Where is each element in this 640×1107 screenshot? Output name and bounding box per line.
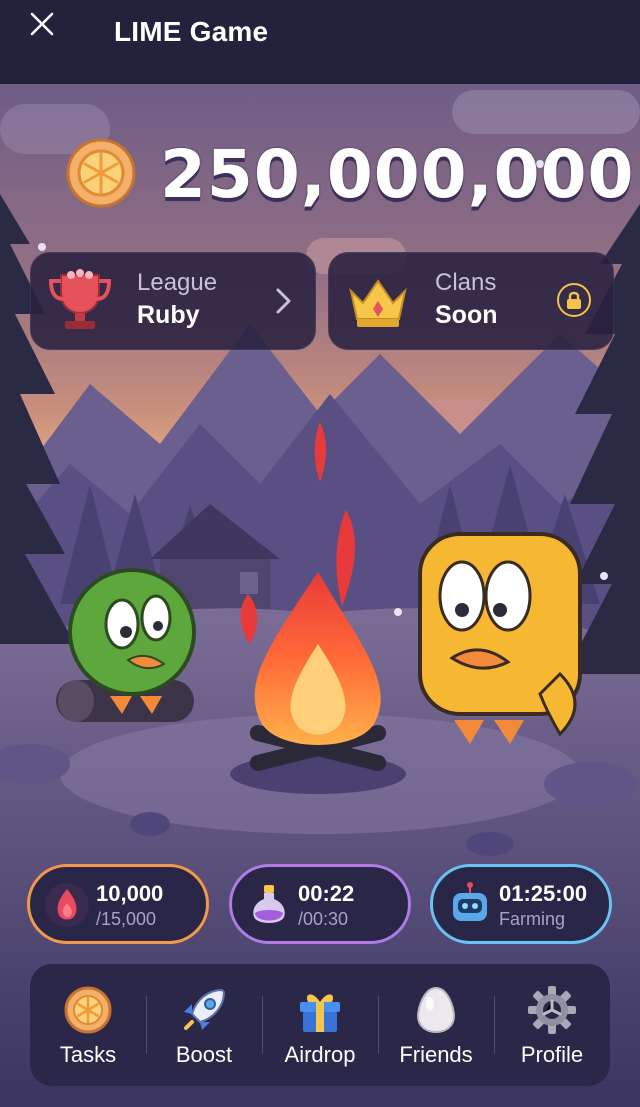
lock-badge <box>557 283 591 317</box>
farming-time: 01:25:00 <box>499 881 588 906</box>
nav-friends[interactable]: Friends <box>378 964 494 1086</box>
league-value: Ruby <box>137 301 200 329</box>
clans-card[interactable]: Clans Soon <box>328 252 614 350</box>
league-card[interactable]: League Ruby <box>30 252 316 350</box>
nav-profile[interactable]: Profile <box>494 964 610 1086</box>
potion-total: /00:30 <box>298 909 349 929</box>
crown-icon <box>349 279 407 327</box>
flame-icon <box>45 883 89 927</box>
energy-max: /15,000 <box>96 909 157 929</box>
nav-label-profile: Profile <box>520 1042 584 1067</box>
chevron-right-icon <box>276 288 291 314</box>
gear-icon <box>528 986 576 1034</box>
gift-icon <box>300 994 340 1032</box>
game-scene[interactable] <box>0 84 640 1107</box>
orange-coin-icon <box>66 138 136 208</box>
nav-label-tasks: Tasks <box>59 1042 117 1067</box>
close-button[interactable] <box>26 8 58 40</box>
potion-stat[interactable]: 00:22 /00:30 <box>229 864 411 944</box>
clans-label: Clans <box>435 269 497 296</box>
nav-airdrop[interactable]: Airdrop <box>262 964 378 1086</box>
potion-time: 00:22 <box>298 881 355 906</box>
app-title: LIME Game <box>114 16 269 47</box>
bottom-nav: Tasks Boost Airdrop Friends Profile <box>30 964 610 1086</box>
clans-value: Soon <box>435 301 498 329</box>
nav-label-friends: Friends <box>399 1042 473 1067</box>
nav-label-boost: Boost <box>175 1042 233 1067</box>
rocket-icon <box>184 988 226 1030</box>
energy-current: 10,000 <box>96 881 164 906</box>
coin-balance: 250,000,000 <box>160 136 635 213</box>
top-bar: LIME Game <box>0 0 640 84</box>
potion-icon <box>253 885 285 923</box>
energy-stat[interactable]: 10,000 /15,000 <box>27 864 209 944</box>
trophy-icon <box>48 269 112 329</box>
nav-tasks[interactable]: Tasks <box>30 964 146 1086</box>
balance: 250,000,000 <box>0 136 640 216</box>
farming-stat[interactable]: 01:25:00 Farming <box>430 864 612 944</box>
nav-label-airdrop: Airdrop <box>284 1042 356 1067</box>
farming-label: Farming <box>499 909 566 929</box>
league-label: League <box>137 269 218 296</box>
close-icon <box>30 12 54 36</box>
egg-icon <box>416 986 456 1034</box>
orange-coin-icon <box>64 986 112 1034</box>
robot-icon <box>453 882 487 921</box>
lock-icon <box>567 291 581 309</box>
nav-boost[interactable]: Boost <box>146 964 262 1086</box>
